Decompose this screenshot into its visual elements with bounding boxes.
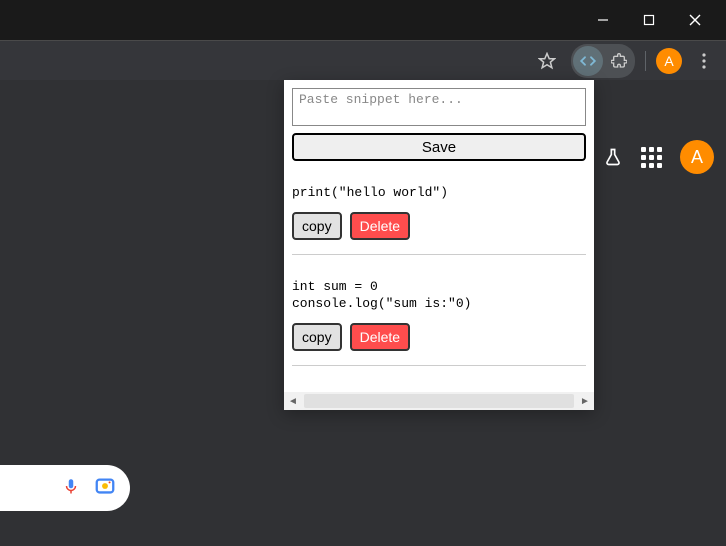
image-search-icon[interactable] bbox=[94, 475, 116, 502]
snippet-code: int sum = 0 console.log("sum is:"0) bbox=[292, 279, 586, 313]
snippet-code: print("hello world") bbox=[292, 185, 586, 202]
browser-toolbar: A bbox=[0, 40, 726, 80]
window-titlebar bbox=[0, 0, 726, 40]
scroll-right-icon[interactable]: ► bbox=[576, 392, 594, 410]
extension-popup: Save print("hello world") copy Delete in… bbox=[284, 80, 594, 410]
snippet-actions: copy Delete bbox=[292, 323, 586, 351]
scroll-left-icon[interactable]: ◄ bbox=[284, 392, 302, 410]
save-button[interactable]: Save bbox=[292, 133, 586, 161]
copy-button[interactable]: copy bbox=[292, 212, 342, 240]
chrome-menu-icon[interactable] bbox=[692, 49, 716, 73]
copy-button[interactable]: copy bbox=[292, 323, 342, 351]
snippet-input[interactable] bbox=[292, 88, 586, 126]
toolbar-separator bbox=[645, 51, 646, 71]
voice-search-icon[interactable] bbox=[62, 477, 80, 500]
profile-avatar[interactable]: A bbox=[656, 48, 682, 74]
horizontal-scrollbar[interactable]: ◄ ► bbox=[284, 392, 594, 410]
scroll-thumb[interactable] bbox=[304, 394, 574, 408]
snippet-item: print("hello world") copy Delete bbox=[292, 185, 586, 255]
maximize-button[interactable] bbox=[626, 4, 672, 36]
extensions-puzzle-icon[interactable] bbox=[605, 47, 633, 75]
bookmark-star-icon[interactable] bbox=[533, 47, 561, 75]
snippet-extension-icon[interactable] bbox=[573, 46, 603, 76]
page-profile-avatar[interactable]: A bbox=[680, 140, 714, 174]
labs-flask-icon[interactable] bbox=[603, 147, 623, 167]
delete-button[interactable]: Delete bbox=[350, 212, 410, 240]
minimize-button[interactable] bbox=[580, 4, 626, 36]
search-bar-partial[interactable] bbox=[0, 465, 130, 511]
delete-button[interactable]: Delete bbox=[350, 323, 410, 351]
extension-pill bbox=[571, 44, 635, 78]
google-apps-icon[interactable] bbox=[641, 147, 662, 168]
page-header-right: A bbox=[603, 140, 714, 174]
snippet-actions: copy Delete bbox=[292, 212, 586, 240]
close-window-button[interactable] bbox=[672, 4, 718, 36]
snippet-item: int sum = 0 console.log("sum is:"0) copy… bbox=[292, 279, 586, 366]
